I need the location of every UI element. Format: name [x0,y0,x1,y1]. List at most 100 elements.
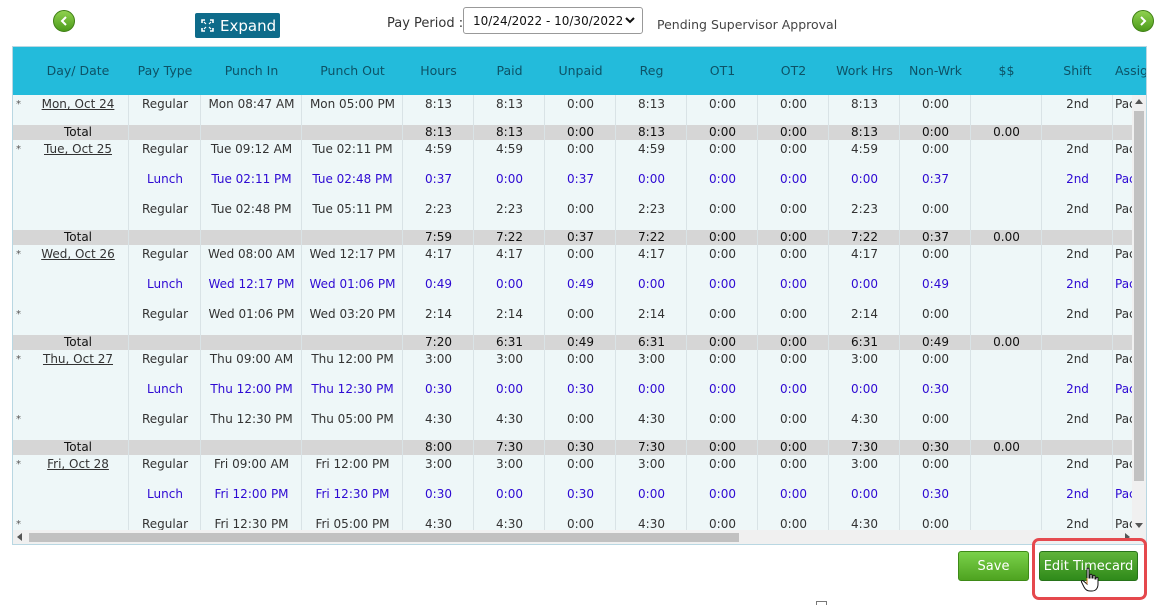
column-header[interactable]: Unpaid [545,47,616,95]
total-ot2: 0:00 [780,335,807,349]
cell-ot2: 0:00 [780,202,807,216]
cell-unpaid: 0:00 [567,247,594,261]
modified-marker: * [16,414,21,425]
cell-shift: 2nd [1066,487,1089,501]
cell-ot1: 0:00 [709,142,736,156]
column-header[interactable]: Hours [403,47,474,95]
cell-paid: 4:30 [496,412,523,426]
column-header[interactable]: Work Hrs [829,47,900,95]
table-row[interactable]: * Tue, Oct 25 Regular Tue 09:12 AM Tue 02:11… [13,140,1134,170]
cell-hours: 3:00 [425,457,452,471]
cell-hours: 0:30 [425,382,452,396]
table-row[interactable]: Lunch Thu 12:00 PM Thu 12:30 PM 0:30 0:00 0:3… [13,380,1134,410]
column-header[interactable]: OT1 [687,47,758,95]
cell-nonwrk: 0:30 [922,487,949,501]
day-date-link[interactable]: Thu, Oct 27 [27,352,129,366]
column-header[interactable]: Non-Wrk [900,47,971,95]
table-row[interactable]: * Wed, Oct 26 Regular Wed 08:00 AM Wed 12:17… [13,245,1134,275]
expand-label: Expand [220,16,277,35]
previous-period-button[interactable] [53,10,75,32]
column-header[interactable]: Punch In [201,47,302,95]
cell-type: Lunch [147,277,183,291]
column-header[interactable]: Paid [474,47,545,95]
total-unpaid: 0:37 [567,230,594,244]
pay-period-select[interactable]: 10/24/2022 - 10/30/2022 [463,7,643,34]
table-row[interactable]: Lunch Tue 02:11 PM Tue 02:48 PM 0:37 0:00 0:3… [13,170,1134,200]
column-header[interactable]: Punch Out [302,47,403,95]
scroll-left-icon[interactable] [17,533,22,541]
cell-type: Regular [141,247,189,261]
cell-assign: Pac [1115,412,1134,426]
table-row[interactable]: Lunch Fri 12:00 PM Fri 12:30 PM 0:30 0:00 0:3… [13,485,1134,515]
cell-work: 4:17 [851,247,878,261]
cell-reg: 0:00 [638,487,665,501]
cell-in: Wed 08:00 AM [208,247,295,261]
day-date-link[interactable]: Tue, Oct 25 [27,142,129,156]
total-money: 0.00 [993,125,1020,139]
next-period-button[interactable] [1132,10,1154,32]
cell-nonwrk: 0:00 [922,202,949,216]
column-header[interactable]: Assignme [1113,47,1146,95]
cell-type: Lunch [147,487,183,501]
cell-unpaid: 0:00 [567,202,594,216]
total-unpaid: 0:49 [567,335,594,349]
vertical-scrollbar[interactable] [1132,95,1146,532]
table-row[interactable]: * Fri, Oct 28 Regular Fri 09:00 AM Fri 12:00… [13,455,1134,485]
partial-checkbox[interactable] [816,601,827,605]
total-reg: 7:30 [638,440,665,454]
cell-out: Tue 02:11 PM [312,142,393,156]
table-row[interactable]: Lunch Wed 12:17 PM Wed 01:06 PM 0:49 0:00 0:4… [13,275,1134,305]
column-header[interactable]: Day/ Date [27,47,129,95]
cell-unpaid: 0:00 [567,457,594,471]
cell-out: Mon 05:00 PM [309,97,396,111]
cell-ot1: 0:00 [709,457,736,471]
expand-button[interactable]: Expand [195,13,280,38]
table-row[interactable]: * Mon, Oct 24 Regular Mon 08:47 AM Mon 05:00… [13,95,1134,125]
cell-ot2: 0:00 [780,247,807,261]
day-date-link[interactable]: Wed, Oct 26 [27,247,129,261]
cell-paid: 8:13 [496,97,523,111]
column-header[interactable]: $$ [971,47,1042,95]
total-money: 0.00 [993,230,1020,244]
horizontal-scroll-thumb[interactable] [29,533,739,542]
cell-nonwrk: 0:37 [922,172,949,186]
table-row[interactable]: * Regular Wed 01:06 PM Wed 03:20 PM 2:14 2:14… [13,305,1134,335]
table-row[interactable]: Regular Tue 02:48 PM Tue 05:11 PM 2:23 2:23 0… [13,200,1134,230]
column-header[interactable]: Shift [1042,47,1113,95]
column-header[interactable]: Pay Type [129,47,201,95]
cell-work: 3:00 [851,352,878,366]
horizontal-scrollbar[interactable] [13,530,1146,544]
modified-marker: * [16,459,21,470]
modified-marker: * [16,144,21,155]
cell-assign: Pac [1115,382,1134,396]
cell-out: Wed 01:06 PM [309,277,396,291]
total-row: Total 8:00 7:30 0:30 7:30 0:00 0:00 7:30 0:30 0.0… [13,440,1134,455]
cell-reg: 0:00 [638,277,665,291]
cell-reg: 4:30 [638,517,665,531]
vertical-scroll-thumb[interactable] [1134,111,1144,481]
table-row[interactable]: * Thu, Oct 27 Regular Thu 09:00 AM Thu 12:00… [13,350,1134,380]
table-row[interactable]: * Regular Thu 12:30 PM Thu 05:00 PM 4:30 4:30… [13,410,1134,440]
column-header[interactable]: Reg [616,47,687,95]
cell-work: 8:13 [851,97,878,111]
cell-hours: 4:17 [425,247,452,261]
total-reg: 6:31 [638,335,665,349]
total-ot2: 0:00 [780,125,807,139]
cell-paid: 0:00 [496,172,523,186]
day-date-link[interactable]: Mon, Oct 24 [27,97,129,111]
cell-out: Fri 05:00 PM [315,517,390,531]
cell-type: Regular [141,412,189,426]
cell-ot2: 0:00 [780,277,807,291]
save-button[interactable]: Save [958,551,1029,581]
cell-reg: 3:00 [638,457,665,471]
column-header[interactable]: OT2 [758,47,829,95]
total-ot2: 0:00 [780,440,807,454]
day-date-link[interactable]: Fri, Oct 28 [27,457,129,471]
total-paid: 6:31 [496,335,523,349]
scroll-down-icon[interactable] [1135,523,1143,528]
column-divider [899,95,900,532]
cell-ot2: 0:00 [780,307,807,321]
total-work: 8:13 [851,125,878,139]
scroll-up-icon[interactable] [1135,99,1143,104]
total-money: 0.00 [993,335,1020,349]
